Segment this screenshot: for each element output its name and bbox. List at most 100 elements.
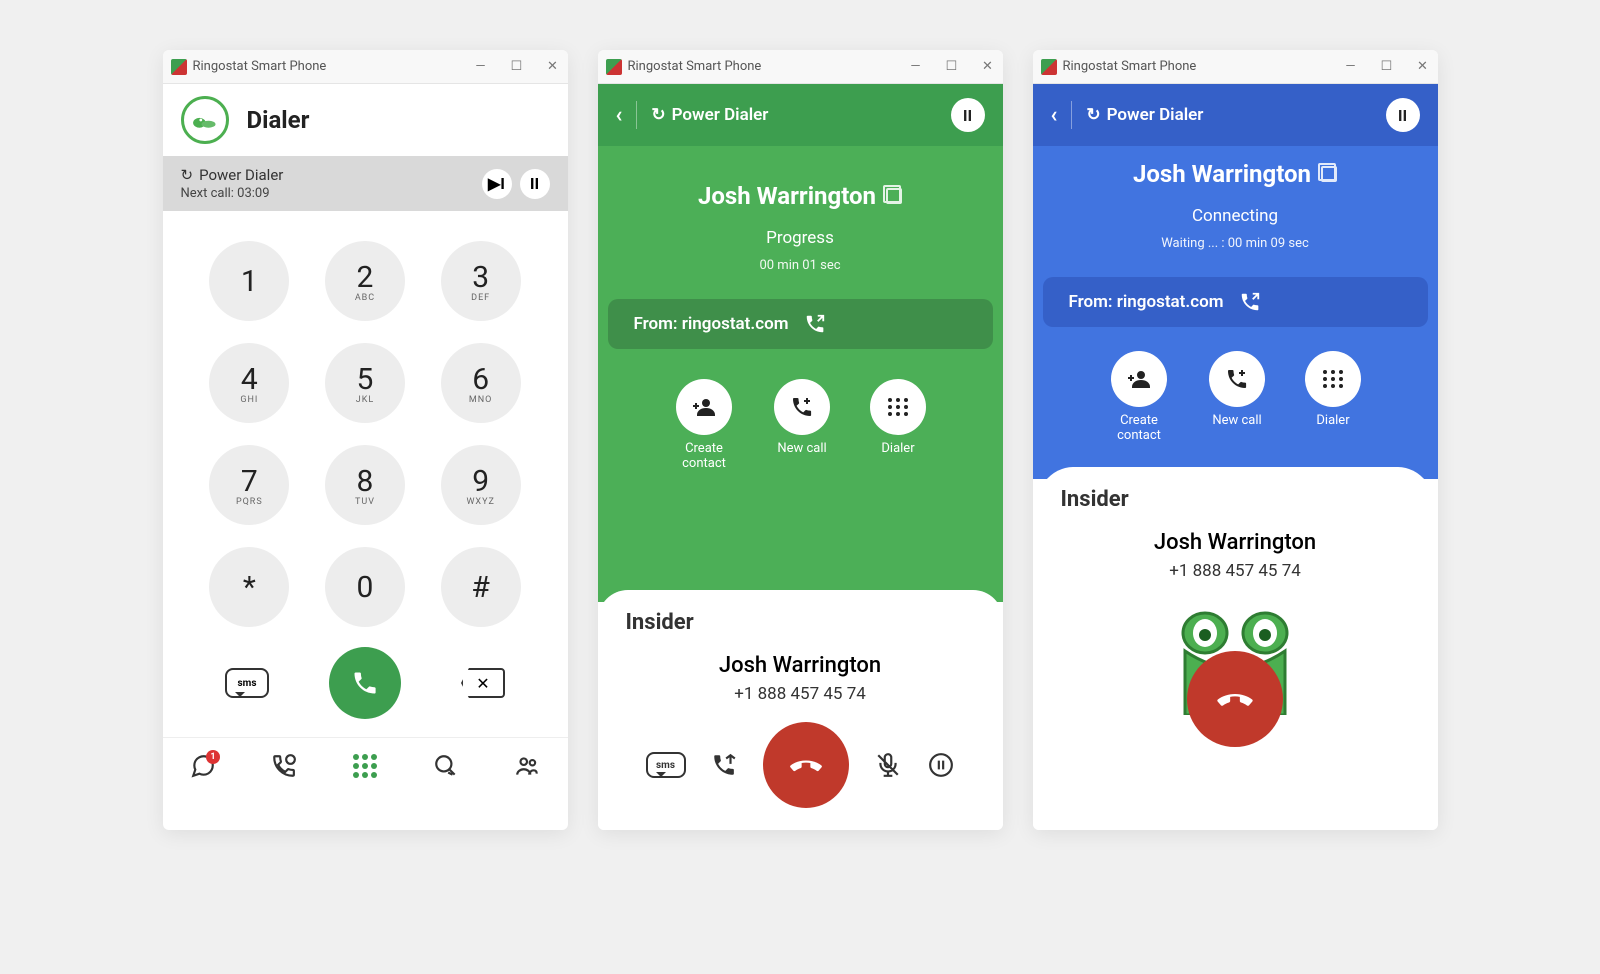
call-info-panel: ‹ ↻Power Dialer II Josh Warrington Progr… — [598, 84, 1003, 602]
nav-callback-icon[interactable] — [432, 752, 460, 780]
contact-phone: +1 888 457 45 74 — [1061, 561, 1410, 581]
minimize-button[interactable]: — — [909, 59, 923, 74]
contact-name-bottom: Josh Warrington — [626, 653, 975, 678]
bottom-nav: 1 — [163, 737, 568, 794]
contact-name: Josh Warrington — [1133, 160, 1311, 188]
new-call-label: New call — [777, 441, 826, 456]
key-5[interactable]: 5JKL — [325, 343, 405, 423]
call-button[interactable] — [329, 647, 401, 719]
dialer-button[interactable] — [870, 379, 926, 435]
dialer-header: Dialer — [163, 84, 568, 156]
nav-chat-icon[interactable]: 1 — [189, 752, 217, 780]
pause-button[interactable]: II — [520, 169, 550, 199]
titlebar: Ringostat Smart Phone — ☐ ✕ — [598, 50, 1003, 84]
key-6[interactable]: 6MNO — [441, 343, 521, 423]
call-row: sms ✕ — [163, 637, 568, 737]
key-4[interactable]: 4GHI — [209, 343, 289, 423]
from-pill: From: ringostat.com — [608, 299, 993, 349]
maximize-button[interactable]: ☐ — [1380, 59, 1394, 74]
refresh-icon: ↻ — [1086, 105, 1100, 125]
create-contact-label: Create contact — [1109, 413, 1169, 443]
status-label: Connecting — [1043, 206, 1428, 226]
pause-button[interactable]: II — [951, 98, 985, 132]
divider — [636, 101, 637, 129]
frog-illustration — [1061, 595, 1410, 715]
copy-icon[interactable] — [886, 188, 902, 204]
from-label: From: ringostat.com — [634, 314, 789, 334]
key-9[interactable]: 9WXYZ — [441, 445, 521, 525]
page-title: Dialer — [247, 106, 310, 134]
power-dialer-bar: ↻Power Dialer Next call: 03:09 ▶I II — [163, 156, 568, 211]
call-progress-window: Ringostat Smart Phone — ☐ ✕ ‹ ↻ Power Dia… — [598, 50, 1003, 830]
new-call-button[interactable] — [774, 379, 830, 435]
minimize-button[interactable]: — — [474, 59, 488, 74]
call-info-panel: ‹ ↻ Power Dialer II Josh Warrington Conne… — [1033, 84, 1438, 479]
back-button[interactable]: ‹ — [616, 103, 623, 128]
key-3[interactable]: 3DEF — [441, 241, 521, 321]
key-#[interactable]: # — [441, 547, 521, 627]
hold-icon[interactable] — [927, 751, 955, 779]
app-logo-icon — [171, 59, 187, 75]
create-contact-label: Create contact — [674, 441, 734, 471]
key-7[interactable]: 7PQRS — [209, 445, 289, 525]
insider-panel: Insider Josh Warrington +1 888 457 45 74… — [598, 590, 1003, 830]
backspace-button[interactable]: ✕ — [461, 668, 505, 698]
dialer-window: Ringostat Smart Phone — ☐ ✕ Dialer ↻ Powe… — [163, 50, 568, 830]
window-title: Ringostat Smart Phone — [193, 59, 327, 74]
contact-name-bottom: Josh Warrington — [1061, 530, 1410, 555]
pd-label: Power Dialer — [1107, 105, 1204, 125]
insider-label: Insider — [1061, 487, 1410, 512]
mute-icon[interactable] — [874, 751, 902, 779]
key-0[interactable]: 0 — [325, 547, 405, 627]
minimize-button[interactable]: — — [1344, 59, 1358, 74]
key-2[interactable]: 2ABC — [325, 241, 405, 321]
new-call-label: New call — [1212, 413, 1261, 428]
avatar-icon — [181, 96, 229, 144]
copy-icon[interactable] — [1321, 166, 1337, 182]
pd-label: Power Dialer — [672, 105, 769, 125]
key-8[interactable]: 8TUV — [325, 445, 405, 525]
refresh-icon: ↻ — [181, 166, 194, 184]
hangup-button[interactable] — [763, 722, 849, 808]
call-timer: Waiting ... : 00 min 09 sec — [1043, 236, 1428, 251]
contact-name: Josh Warrington — [698, 182, 876, 210]
dialer-label: Dialer — [881, 441, 914, 456]
pause-button[interactable]: II — [1386, 98, 1420, 132]
maximize-button[interactable]: ☐ — [510, 59, 524, 74]
skip-button[interactable]: ▶I — [482, 169, 512, 199]
window-title: Ringostat Smart Phone — [628, 59, 762, 74]
key-1[interactable]: 1 — [209, 241, 289, 321]
pd-label: Power Dialer — [199, 166, 283, 184]
nav-history-icon[interactable] — [270, 752, 298, 780]
new-call-button[interactable] — [1209, 351, 1265, 407]
call-connecting-window: Ringostat Smart Phone — ☐ ✕ ‹ ↻ Power Dia… — [1033, 50, 1438, 830]
app-logo-icon — [1041, 59, 1057, 75]
nav-contacts-icon[interactable] — [513, 752, 541, 780]
window-controls: — ☐ ✕ — [474, 59, 560, 74]
insider-panel: Insider Josh Warrington +1 888 457 45 74 — [1033, 467, 1438, 830]
maximize-button[interactable]: ☐ — [945, 59, 959, 74]
from-label: From: ringostat.com — [1069, 292, 1224, 312]
from-pill: From: ringostat.com — [1043, 277, 1428, 327]
close-button[interactable]: ✕ — [1416, 59, 1430, 74]
app-logo-icon — [606, 59, 622, 75]
transfer-call-icon[interactable] — [710, 751, 738, 779]
back-button[interactable]: ‹ — [1051, 103, 1058, 128]
close-button[interactable]: ✕ — [981, 59, 995, 74]
window-title: Ringostat Smart Phone — [1063, 59, 1197, 74]
create-contact-button[interactable] — [1111, 351, 1167, 407]
close-button[interactable]: ✕ — [546, 59, 560, 74]
key-*[interactable]: * — [209, 547, 289, 627]
hangup-button[interactable] — [1187, 651, 1283, 747]
outgoing-call-icon — [804, 313, 826, 335]
sms-button[interactable]: sms — [225, 668, 269, 698]
nav-dialer-icon[interactable] — [351, 752, 379, 780]
insider-label: Insider — [626, 610, 975, 635]
dialer-button[interactable] — [1305, 351, 1361, 407]
keypad: 1 2ABC 3DEF 4GHI 5JKL 6MNO 7PQRS 8TUV 9WXYZ * 0 # — [163, 211, 568, 637]
sms-button[interactable]: sms — [646, 752, 686, 778]
outgoing-call-icon — [1239, 291, 1261, 313]
refresh-icon: ↻ — [651, 105, 665, 125]
contact-phone: +1 888 457 45 74 — [626, 684, 975, 704]
create-contact-button[interactable] — [676, 379, 732, 435]
